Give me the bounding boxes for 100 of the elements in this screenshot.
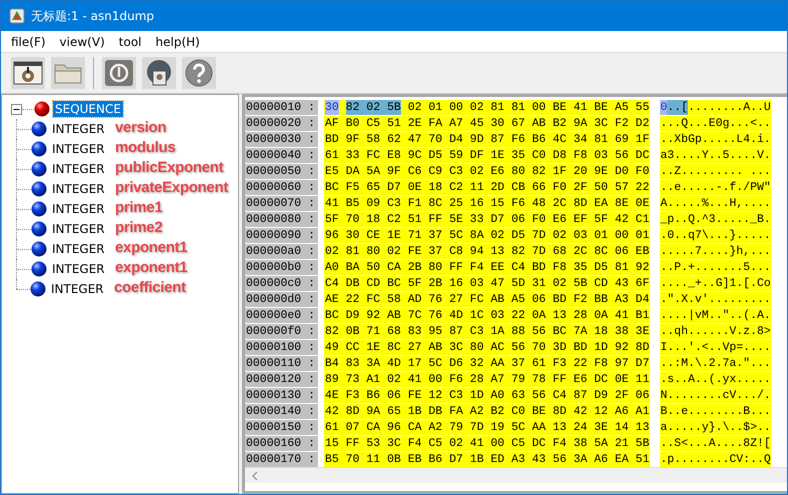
ascii-text[interactable]: A.....%...H,....	[660, 196, 771, 210]
power-button[interactable]	[102, 57, 136, 89]
address-cell: 00000050 :	[245, 164, 318, 178]
address-cell: 00000170 :	[245, 452, 318, 466]
annotation-text: prime2	[115, 219, 162, 236]
ascii-text[interactable]: a3....Y..5....V.	[660, 148, 771, 162]
ascii-text[interactable]: a.....y}.\..$>..	[660, 420, 771, 434]
collapse-icon[interactable]	[11, 104, 22, 114]
address-cell: 00000040 :	[245, 148, 318, 162]
annotation-text: prime1	[115, 199, 162, 216]
address-cell: 000000a0 :	[245, 244, 318, 258]
globe-button[interactable]	[142, 57, 176, 89]
hex-bytes[interactable]: 02 01 00 02 81 81 00 BE 41 BE A5 55	[408, 100, 650, 114]
ascii-text[interactable]: ..P.+.......5...	[660, 260, 771, 274]
hex-bytes[interactable]: 82 02 5B	[346, 100, 401, 114]
tree-item[interactable]: INTEGER	[50, 201, 107, 217]
tree-item[interactable]: INTEGER	[50, 181, 107, 197]
tree-item[interactable]: INTEGER	[50, 141, 107, 157]
ascii-text[interactable]: ...Q...E0g...<..	[660, 116, 771, 130]
annotation-text: exponent1	[115, 239, 188, 256]
tree-item[interactable]: SEQUENCE	[53, 101, 123, 117]
hex-bytes[interactable]: B4 83 3A 4D 17 5C D6 32 AA 37 61 F3 22 F8 97 D7	[325, 356, 650, 370]
help-button[interactable]	[182, 57, 216, 89]
tree-item[interactable]: INTEGER	[50, 161, 107, 177]
address-cell: 00000150 :	[245, 420, 318, 434]
ball-icon	[31, 121, 47, 137]
ascii-text[interactable]: ...._+..G]1.[.Co	[660, 276, 771, 290]
hex-bytes[interactable]: BD 9F 58 62 47 70 D4 9D 87 F6 B6 4C 34 81 69 1F	[325, 132, 650, 146]
ascii-text[interactable]: ........A..U	[688, 100, 771, 114]
ball-icon	[31, 261, 47, 277]
ascii-text[interactable]: ..[	[667, 100, 688, 114]
gear-window-icon	[13, 60, 43, 86]
ball-icon	[30, 281, 46, 297]
ascii-text[interactable]: ..XbGp.....L4.i.	[660, 132, 771, 146]
hex-bytes[interactable]: 41 B5 09 C3 F1 8C 25 16 15 F6 48 2C 8D EA 8E 0E	[325, 196, 650, 210]
hex-bytes[interactable]: E5 DA 5A 9F C6 C9 C3 02 E6 80 82 1F 20 9E D0 F0	[325, 164, 650, 178]
menu-item[interactable]: help(H)	[150, 34, 206, 48]
ascii-text[interactable]: .s..A..(.yx.....	[660, 372, 771, 386]
hex-bytes[interactable]: 15 FF 53 3C F4 C5 02 41 00 C5 DC F4 38 5A 21 5B	[325, 436, 650, 450]
hex-bytes[interactable]: C4 DB CD BC 5F 2B 16 03 47 5D 31 02 5B CD 43 6F	[325, 276, 650, 290]
address-cell: 00000020 :	[245, 116, 318, 130]
hex-bytes[interactable]: AE 22 FC 58 AD 76 27 FC AB A5 06 BD F2 BB A3 D4	[325, 292, 650, 306]
address-cell: 00000070 :	[245, 196, 318, 210]
ascii-text[interactable]: _p..Q.^3....._B.	[660, 212, 771, 226]
ascii-text[interactable]: I...'.<..Vp=....	[660, 340, 771, 354]
hex-bytes[interactable]: 61 33 FC E8 9C D5 59 DF 1E 35 C0 D8 F8 03 56 DC	[325, 148, 650, 162]
menu-item[interactable]: view(V)	[54, 34, 111, 48]
ascii-text[interactable]: .....7....}h,...	[660, 244, 771, 258]
annotation-text: modulus	[115, 139, 176, 156]
address-cell: 00000080 :	[245, 212, 318, 226]
ascii-text[interactable]: ..Z......... ...	[660, 164, 771, 178]
ascii-text[interactable]: 0	[660, 100, 668, 114]
ascii-text[interactable]: ..S<...A....8Z![	[660, 436, 771, 450]
ascii-text[interactable]: .".X.v'.........	[660, 292, 771, 306]
ball-icon	[31, 181, 47, 197]
address-cell: 000000c0 :	[245, 276, 318, 290]
globe-icon	[144, 59, 174, 87]
address-cell: 00000090 :	[245, 228, 318, 242]
address-cell: 000000f0 :	[245, 324, 318, 338]
address-cell: 00000120 :	[245, 372, 318, 386]
tree-item[interactable]: INTEGER	[50, 221, 107, 237]
hex-bytes[interactable]: 89 73 A1 02 41 00 F6 28 A7 79 78 FF E6 DC 0E 11	[325, 372, 650, 386]
hex-bytes[interactable]: 49 CC 1E 8C 27 AB 3C 80 AC 56 70 3D BD 1D 92 8D	[325, 340, 650, 354]
address-cell: 000000d0 :	[245, 292, 318, 306]
address-cell: 000000b0 :	[245, 260, 318, 274]
ascii-text[interactable]: ..:M.\.2.7a."...	[660, 356, 771, 370]
ascii-text[interactable]: .p........CV:..Q	[660, 452, 771, 466]
folder-button[interactable]	[51, 57, 85, 89]
hex-bytes[interactable]: 4E F3 B6 06 FE 12 C3 1D A0 63 56 C4 87 D9 2F 06	[325, 388, 650, 402]
hex-bytes[interactable]: 02 81 80 02 FE 37 C8 94 13 82 7D 68 2C 8C 06 EB	[325, 244, 650, 258]
hex-bytes[interactable]: BC F5 65 D7 0E 18 C2 11 2D CB 66 F0 2F 50 57 22	[325, 180, 650, 194]
hex-bytes[interactable]: AF B0 C5 51 2E FA A7 45 30 67 AB B2 9A 3C F2 D2	[325, 116, 650, 130]
help-icon	[184, 58, 214, 88]
tree-item[interactable]: INTEGER	[50, 241, 107, 257]
hex-bytes[interactable]: 30	[325, 100, 339, 114]
ascii-text[interactable]: ....|vM.."..(.A.	[660, 308, 771, 322]
hex-bytes[interactable]: 5F 70 18 C2 51 FF 5E 33 D7 06 F0 E6 EF 5F 42 C1	[325, 212, 650, 226]
ascii-text[interactable]: N........cV.../.	[660, 388, 771, 402]
ball-icon	[34, 101, 50, 117]
hex-bytes[interactable]: 82 0B 71 68 83 95 87 C3 1A 88 56 BC 7A 18 38 3E	[325, 324, 650, 338]
window-title: 无标题:1 - asn1dump	[31, 8, 154, 24]
ball-icon	[31, 201, 47, 217]
menu-item[interactable]: file(F)	[5, 34, 52, 48]
hex-bytes[interactable]: 42 8D 9A 65 1B DB FA A2 B2 C0 BE 8D 42 12 A6 A1	[325, 404, 650, 418]
ascii-text[interactable]: ..e.....-.f./PW"	[660, 180, 771, 194]
hex-bytes[interactable]: B5 70 11 0B EB B6 D7 1B ED A3 43 56 3A A6 EA 51	[325, 452, 650, 466]
hex-bytes[interactable]: 61 07 CA 96 CA A2 79 7D 19 5C AA 13 24 3E 14 13	[325, 420, 650, 434]
hex-bytes[interactable]: 96 30 CE 1E 71 37 5C 8A 02 D5 7D 02 03 01 00 01	[325, 228, 650, 242]
tree-item[interactable]: INTEGER	[50, 261, 107, 277]
tree-item[interactable]: INTEGER	[49, 281, 106, 297]
ascii-text[interactable]: B..e........B...	[660, 404, 771, 418]
tree-item[interactable]: INTEGER	[50, 121, 107, 137]
ascii-text[interactable]: ..qh......V.z.8>	[660, 324, 771, 338]
menu-item[interactable]: tool	[112, 34, 148, 48]
hex-bytes[interactable]: A0 BA 50 CA 2B 80 FF F4 EE C4 BD F8 35 D5 81 92	[325, 260, 650, 274]
hex-bytes[interactable]: BC D9 92 AB 7C 76 4D 1C 03 22 0A 13 28 0A 41 B1	[325, 308, 650, 322]
horizontal-scrollbar[interactable]	[245, 467, 787, 483]
address-cell: 00000010 :	[245, 100, 318, 114]
ascii-text[interactable]: .0..q7\...}.....	[660, 228, 771, 242]
settings-button[interactable]	[11, 57, 45, 89]
